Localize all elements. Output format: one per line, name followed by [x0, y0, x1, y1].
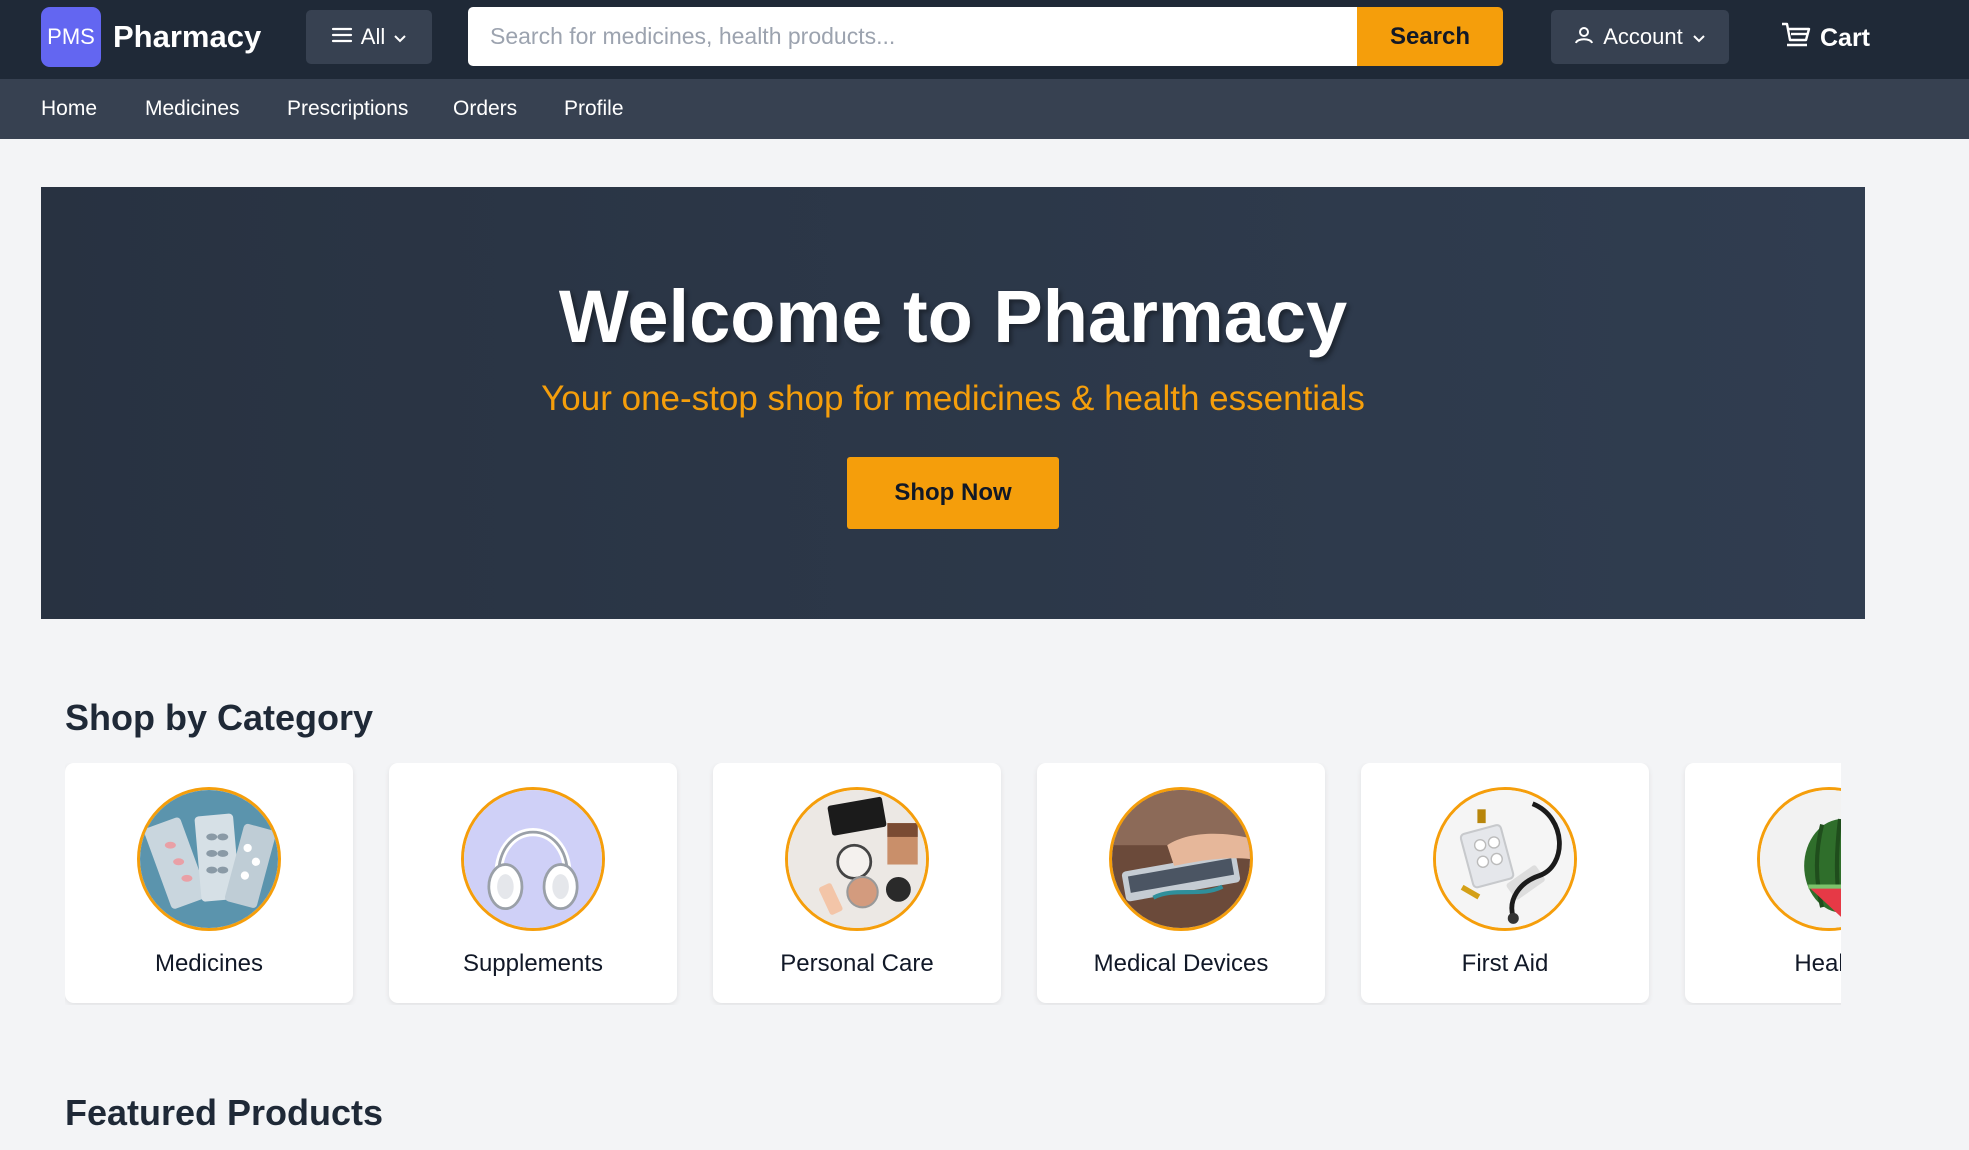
category-label: Medical Devices	[1093, 950, 1269, 977]
chevron-down-icon	[1692, 24, 1706, 50]
search-button[interactable]: Search	[1357, 7, 1503, 66]
personal-care-image	[785, 787, 929, 931]
chevron-down-icon	[393, 24, 407, 50]
nav-home[interactable]: Home	[41, 79, 97, 139]
category-carousel: Medicines Supplements Personal Care Medi…	[65, 763, 1841, 1005]
health-image	[1757, 787, 1841, 931]
nav-prescriptions[interactable]: Prescriptions	[287, 79, 408, 139]
category-label: Supplements	[462, 950, 604, 977]
category-section-title: Shop by Category	[65, 697, 374, 738]
featured-section-title: Featured Products	[65, 1092, 384, 1133]
nav-orders[interactable]: Orders	[453, 79, 517, 139]
medicines-image	[137, 787, 281, 931]
category-card-first-aid[interactable]: First Aid	[1361, 763, 1649, 1003]
menu-icon	[331, 24, 353, 50]
nav-profile[interactable]: Profile	[564, 79, 624, 139]
shop-now-button[interactable]: Shop Now	[847, 457, 1059, 529]
user-icon	[1574, 24, 1594, 50]
hero-title: Welcome to Pharmacy	[558, 275, 1348, 358]
medical-devices-image	[1109, 787, 1253, 931]
logo[interactable]: PMS	[41, 7, 101, 67]
hero-banner: Welcome to Pharmacy Your one-stop shop f…	[41, 187, 1865, 619]
hero-subtitle: Your one-stop shop for medicines & healt…	[541, 379, 1365, 418]
account-button[interactable]: Account	[1551, 10, 1729, 64]
all-categories-button[interactable]: All	[306, 10, 432, 64]
cart-label: Cart	[1820, 23, 1871, 52]
category-label: Medicines	[154, 950, 264, 977]
category-card-health[interactable]: Health	[1685, 763, 1841, 1003]
cart-icon	[1780, 21, 1812, 56]
first-aid-image	[1433, 787, 1577, 931]
category-card-supplements[interactable]: Supplements	[389, 763, 677, 1003]
cart-button[interactable]: Cart	[1780, 18, 1870, 58]
nav-medicines[interactable]: Medicines	[145, 79, 240, 139]
logo-text: PMS	[47, 24, 95, 49]
category-card-personal-care[interactable]: Personal Care	[713, 763, 1001, 1003]
all-label: All	[360, 24, 386, 49]
category-label: First Aid	[1461, 950, 1549, 977]
account-label: Account	[1603, 24, 1683, 49]
category-card-medicines[interactable]: Medicines	[65, 763, 353, 1003]
category-card-medical-devices[interactable]: Medical Devices	[1037, 763, 1325, 1003]
category-label: Health	[1794, 950, 1841, 977]
main-nav: Home Medicines Prescriptions Orders Prof…	[0, 79, 1969, 139]
top-header: PMS Pharmacy All Search Account Cart	[0, 0, 1969, 79]
brand-name[interactable]: Pharmacy	[113, 17, 261, 57]
search-input[interactable]	[468, 7, 1358, 66]
category-label: Personal Care	[780, 950, 934, 977]
supplements-image	[461, 787, 605, 931]
